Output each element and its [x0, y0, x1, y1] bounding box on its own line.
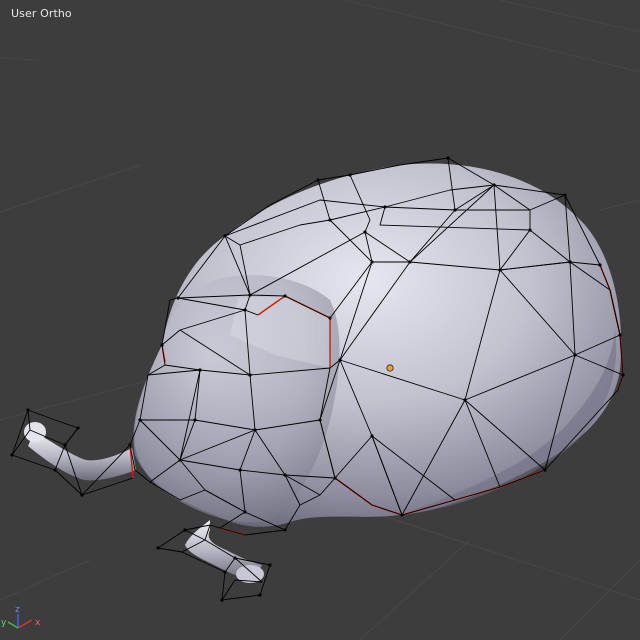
x-axis-label: x	[35, 618, 41, 628]
3d-viewport[interactable]: User Ortho z x y	[0, 0, 640, 640]
leg-upper	[24, 422, 136, 481]
z-axis-label: z	[15, 605, 20, 615]
body-mesh	[133, 163, 622, 527]
y-axis-line	[7, 621, 19, 629]
scene-canvas[interactable]: z x y	[0, 0, 640, 640]
object-origin-dot	[386, 364, 394, 372]
x-axis-line	[17, 619, 33, 629]
y-axis-label: y	[1, 618, 7, 628]
axis-gizmo: z x y	[1, 605, 41, 629]
